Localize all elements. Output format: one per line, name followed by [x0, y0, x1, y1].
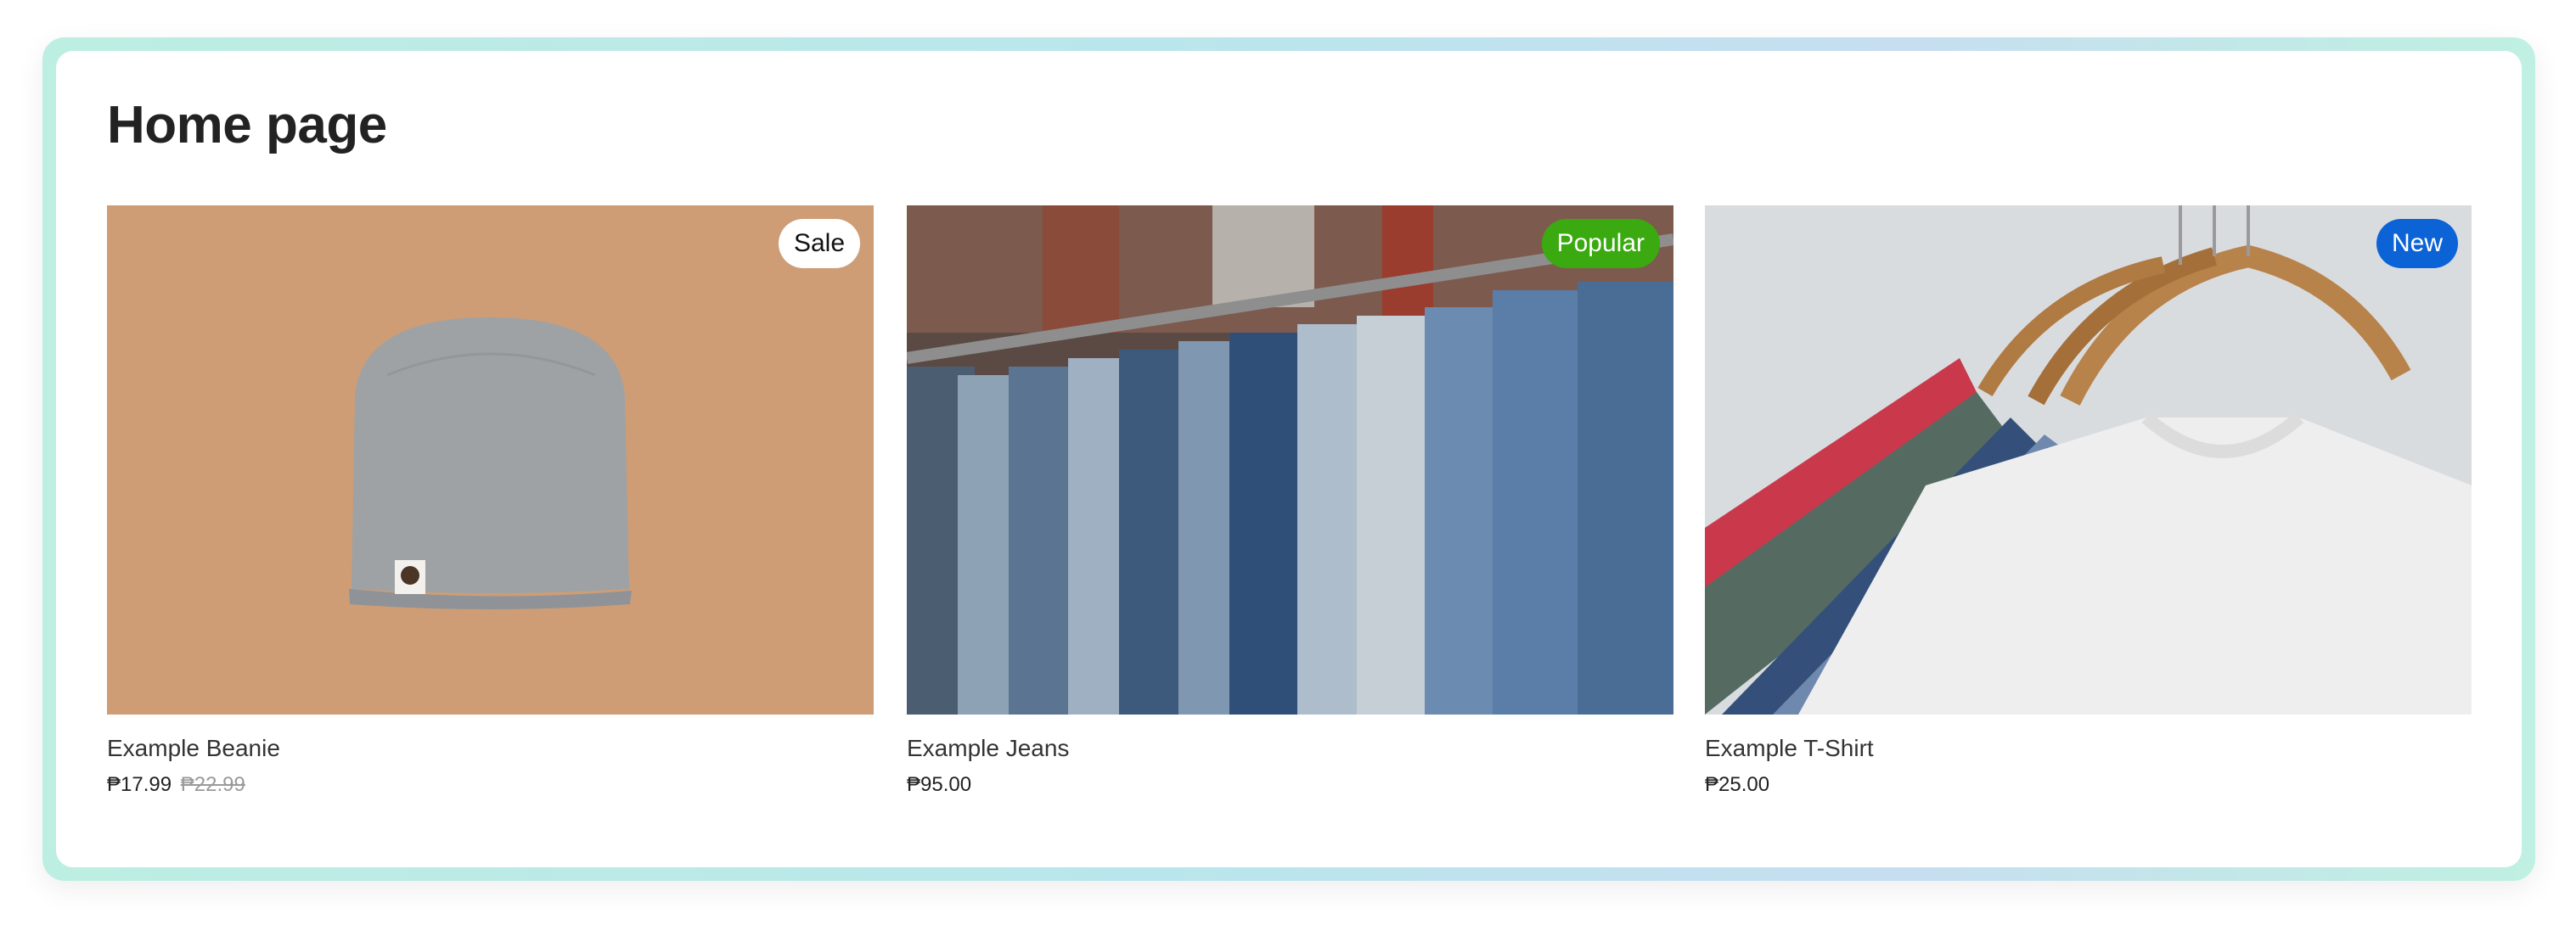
product-card-beanie[interactable]: Sale Example Beanie ₱17.99 ₱22.99: [107, 205, 874, 798]
product-price-row: ₱17.99 ₱22.99: [107, 772, 874, 798]
product-price-row: ₱95.00: [907, 772, 1673, 798]
product-name[interactable]: Example Beanie: [107, 733, 874, 764]
product-price: ₱95.00: [907, 773, 972, 796]
product-card-tshirt[interactable]: New Example T-Shirt ₱25.00: [1705, 205, 2472, 798]
product-price: ₱25.00: [1705, 773, 1770, 796]
product-price: ₱17.99: [107, 773, 172, 796]
product-name[interactable]: Example Jeans: [907, 733, 1673, 764]
popular-badge: Popular: [1541, 219, 1660, 268]
new-badge: New: [2376, 219, 2458, 268]
product-card-jeans[interactable]: Popular Example Jeans ₱95.00: [907, 205, 1673, 798]
jeans-photo: [907, 205, 1673, 715]
product-image-jeans[interactable]: Popular: [907, 205, 1673, 715]
product-image-beanie[interactable]: Sale: [107, 205, 874, 715]
tshirt-photo: [1705, 205, 2472, 715]
sale-badge: Sale: [778, 219, 860, 268]
product-price-row: ₱25.00: [1705, 772, 2472, 798]
product-name[interactable]: Example T-Shirt: [1705, 733, 2472, 764]
page-title: Home page: [107, 96, 387, 154]
beanie-photo: [107, 205, 874, 715]
product-image-tshirt[interactable]: New: [1705, 205, 2472, 715]
product-compare-price: ₱22.99: [180, 773, 245, 796]
